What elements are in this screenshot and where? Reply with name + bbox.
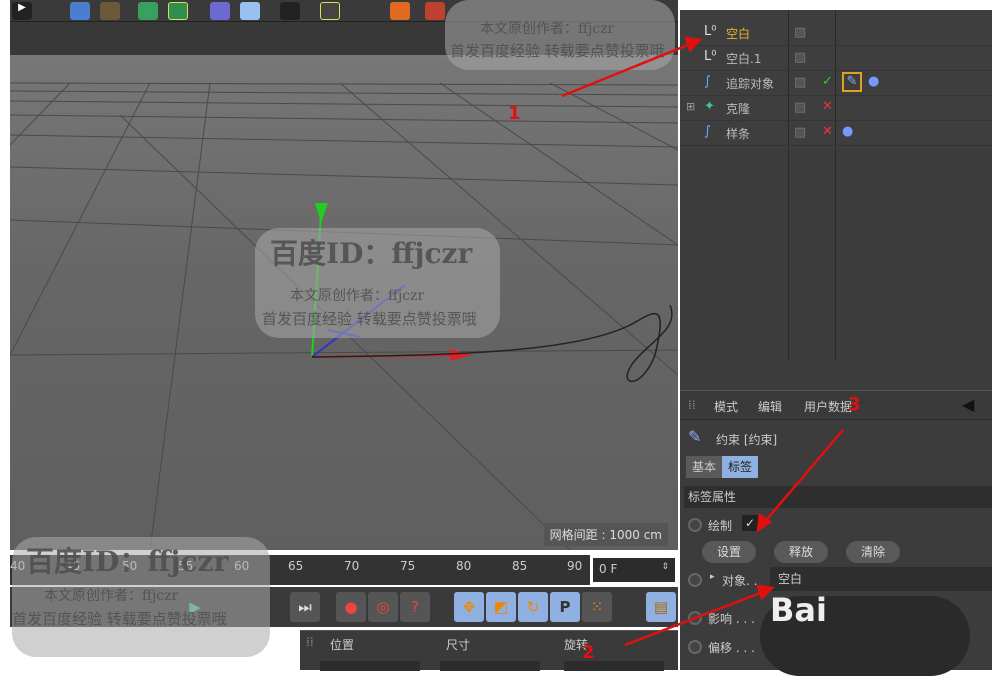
- annotation-arrows: [561, 36, 844, 647]
- annotation-1: 1: [508, 103, 521, 124]
- annotation-3: 3: [848, 394, 861, 415]
- annotation-2: 2: [582, 642, 595, 663]
